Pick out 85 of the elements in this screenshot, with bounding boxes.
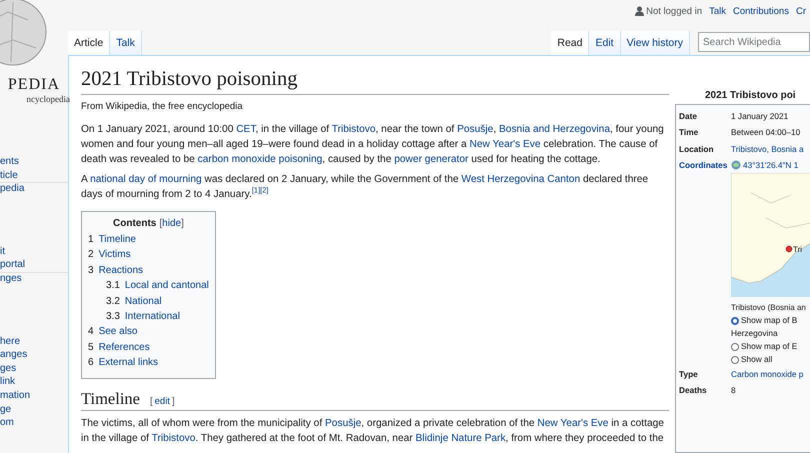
inline-link[interactable]: carbon monoxide poisoning <box>198 154 322 165</box>
toc-entry[interactable]: 3 Reactions <box>88 262 209 278</box>
infobox-value: Between 04:00–10 <box>731 126 802 140</box>
user-icon <box>635 6 644 16</box>
inline-link[interactable]: Bosnia and Herzegovina <box>499 124 610 135</box>
hide-link[interactable]: hide <box>162 218 182 229</box>
infobox-title: 2021 Tribistovo poi <box>704 89 797 103</box>
page-tab[interactable]: Talk <box>110 31 142 55</box>
inline-link[interactable]: New Year's Eve <box>537 418 608 429</box>
coordinates-link[interactable]: 43°31′26.4″N 1 <box>743 156 798 174</box>
infobox-label: Date <box>679 110 698 123</box>
globe-icon <box>731 160 741 170</box>
infobox-label: Location <box>679 142 715 156</box>
sidebar-link[interactable]: ge <box>0 402 68 416</box>
sidebar-link[interactable]: pedia <box>0 182 68 196</box>
infobox-value: 1 January 2021 <box>731 110 790 123</box>
bracket: [ <box>159 218 162 229</box>
page-tab[interactable]: Article <box>68 31 110 55</box>
sidebar-link[interactable]: link <box>0 375 68 389</box>
bracket: ] <box>181 218 184 229</box>
infobox-value: 8 <box>731 384 737 398</box>
sidebar-link[interactable]: anges <box>0 348 68 362</box>
toc-entry[interactable]: 6 External links <box>88 355 209 371</box>
map-caption: Tribistovo (Bosnia an <box>731 303 807 312</box>
map-option[interactable]: Show all <box>731 353 810 366</box>
bracket: ] <box>172 396 175 407</box>
sidebar-link[interactable]: here <box>0 334 68 348</box>
contents-title: Contents <box>113 218 156 229</box>
view-tab[interactable]: Edit <box>589 31 621 55</box>
search-field[interactable]: Search Wikipedia <box>698 32 810 52</box>
view-tab[interactable]: View history <box>620 31 690 55</box>
infobox-label: Deaths <box>679 384 708 398</box>
map-label: Tri <box>793 245 802 254</box>
infobox-label: Type <box>679 368 699 382</box>
article-title: 2021 Tribistovo poisoning <box>81 68 669 95</box>
logo-wordmark: PEDIA <box>8 76 60 94</box>
map-option[interactable]: Show map of B <box>731 314 810 328</box>
personal-link[interactable]: Contributions <box>732 6 789 16</box>
inline-link[interactable]: New Year's Eve <box>470 139 541 150</box>
radio-button[interactable] <box>731 316 739 325</box>
sidebar-link[interactable]: om <box>0 416 68 430</box>
sidebar-link[interactable]: mation <box>0 388 68 403</box>
article-tagline: From Wikipedia, the free encyclopedia <box>81 101 244 112</box>
sidebar-link[interactable]: it <box>0 244 68 258</box>
toc-entry[interactable]: 3.3 International <box>88 309 209 324</box>
inline-link[interactable]: national day of mourning <box>90 174 202 185</box>
inline-link[interactable]: West Herzegovina Canton <box>461 174 580 185</box>
inline-link[interactable]: Posušje <box>325 418 362 429</box>
sidebar-link[interactable]: nges <box>0 272 68 286</box>
sidebar-link[interactable]: ges <box>0 362 68 376</box>
paragraph: On 1 January 2021, around 10:00 CET, in the village of Tribistovo, near the town of Posušje, Bosnia and Herzegovina, four young women and four young men–all aged 19–were found dead in a holiday cottage after a New Year's Eve celebration. The cause of death was revealed to be carbon monoxide poisoning, caused by the power generator used for heating the cottage. <box>81 123 665 167</box>
toc-entry[interactable]: 5 References <box>88 340 209 356</box>
inline-link[interactable]: CET <box>236 124 256 135</box>
personal-link[interactable]: Cr <box>796 6 806 16</box>
toc-entry[interactable]: 3.2 National <box>88 294 209 310</box>
view-tab[interactable]: Read <box>551 31 590 55</box>
radio-button[interactable] <box>731 356 739 364</box>
inline-link[interactable]: Tribistovo <box>332 124 376 135</box>
map-option[interactable]: Show map of E <box>731 340 810 354</box>
sidebar-link[interactable]: ticle <box>0 168 68 182</box>
inline-link[interactable]: Blidinje Nature Park <box>416 432 506 444</box>
toc-entry[interactable]: 3.1 Local and cantonal <box>88 278 209 294</box>
inline-link[interactable]: Tribistovo <box>152 432 196 444</box>
login-status: Not logged in <box>635 6 702 16</box>
coordinates-link[interactable]: Coordinates <box>679 156 731 174</box>
section-heading: Timeline <box>81 388 140 409</box>
infobox-label: Time <box>679 126 700 140</box>
logo-tagline: ncyclopedia <box>26 94 70 104</box>
infobox-link[interactable]: Tribistovo, Bosnia a <box>731 140 810 157</box>
inline-link[interactable]: power generator <box>394 154 468 165</box>
inline-link[interactable]: Posušje <box>457 124 494 135</box>
reference-link[interactable]: [2] <box>260 186 269 195</box>
toc-entry[interactable]: 1 Timeline <box>88 232 209 248</box>
infobox-link[interactable]: Carbon monoxide p <box>731 366 810 382</box>
paragraph: The victims, all of whom were from the municipality of Posušje, organized a private celebration of the New Year's Eve in a cottage in the village of Tribistovo. They gathered at the foot of Mt. Radovan, near Blidinje Nature Park, from where they proceeded to the <box>81 416 665 446</box>
bracket: [ <box>150 396 153 407</box>
radio-button[interactable] <box>731 342 739 351</box>
reference-link[interactable]: [1] <box>252 186 260 195</box>
toc-entry[interactable]: 4 See also <box>88 324 209 340</box>
edit-link[interactable]: edit <box>154 396 170 407</box>
sidebar-link[interactable]: portal <box>0 258 68 272</box>
sidebar-link[interactable]: ents <box>0 155 68 169</box>
toc-entry[interactable]: 2 Victims <box>88 247 209 263</box>
personal-link[interactable]: Talk <box>709 6 726 16</box>
map-option-text: Herzegovina <box>731 327 779 340</box>
